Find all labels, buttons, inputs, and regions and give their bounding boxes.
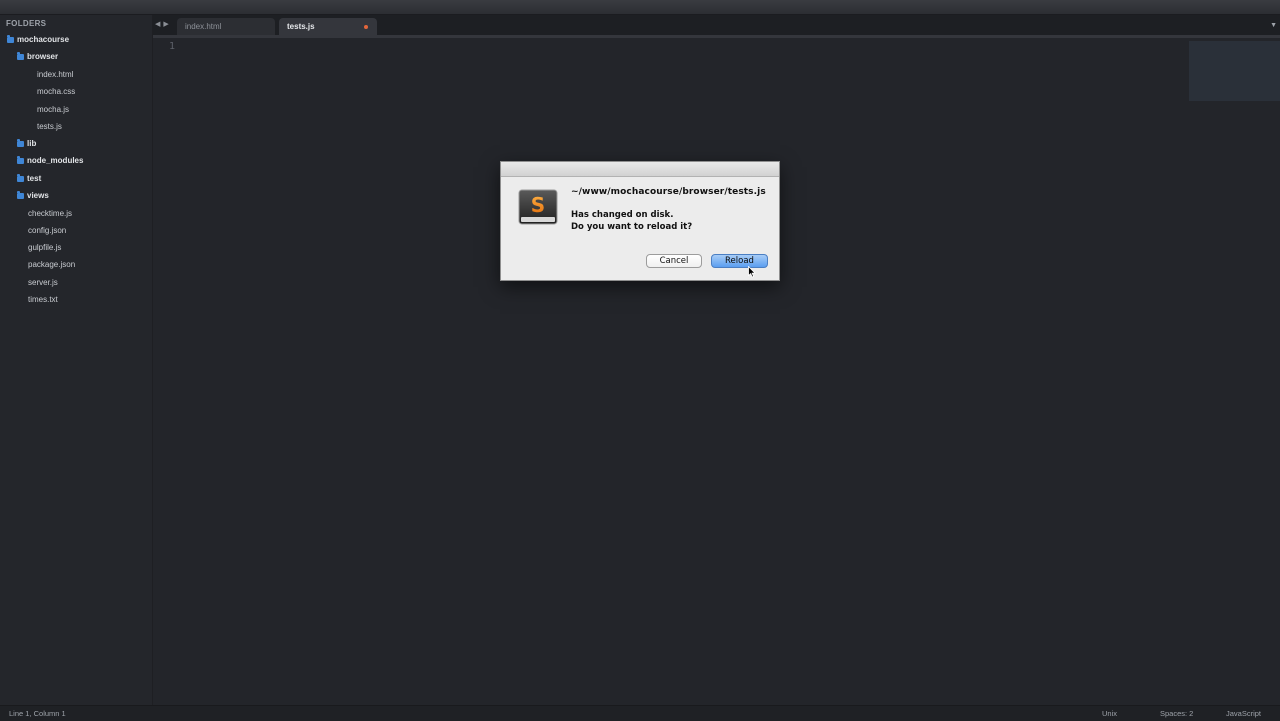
folder-node-modules[interactable]: node_modules (17, 154, 83, 168)
dialog-message-line1: Has changed on disk. (571, 210, 674, 220)
status-bar: Line 1, Column 1 Unix Spaces: 2 JavaScri… (0, 705, 1280, 721)
folder-icon (17, 139, 24, 147)
dialog-file-path: ~/www/mochacourse/browser/tests.js (571, 187, 766, 197)
sublime-text-icon: S (518, 189, 558, 225)
unsaved-dot-icon[interactable] (364, 25, 368, 29)
file-gulpfile-js[interactable]: gulpfile.js (28, 241, 61, 255)
tab-label: tests.js (287, 22, 315, 31)
folder-icon (7, 35, 14, 43)
chevron-down-icon[interactable]: ▼ (1270, 22, 1277, 29)
folder-label: test (27, 174, 42, 183)
folder-icon (17, 156, 24, 164)
file-mocha-js[interactable]: mocha.js (37, 103, 69, 117)
file-checktime-js[interactable]: checktime.js (28, 207, 72, 221)
file-server-js[interactable]: server.js (28, 276, 58, 290)
reload-button[interactable]: Reload (711, 254, 768, 268)
file-config-json[interactable]: config.json (28, 224, 66, 238)
folder-lib[interactable]: lib (17, 137, 36, 151)
syntax-selector[interactable]: JavaScript (1226, 706, 1261, 721)
folder-label: mochacourse (17, 35, 70, 44)
tab-index-html[interactable]: index.html (177, 18, 275, 35)
editor-area[interactable]: 1 (153, 38, 1280, 705)
file-times-txt[interactable]: times.txt (28, 293, 58, 307)
svg-text:S: S (531, 193, 545, 217)
tab-tests-js[interactable]: tests.js (279, 18, 377, 35)
folder-label: views (27, 191, 49, 200)
window-titlebar (0, 0, 1280, 15)
right-arrow-icon[interactable]: ▶ (163, 21, 171, 28)
line-number: 1 (169, 41, 176, 52)
folder-icon (17, 52, 24, 60)
minimap[interactable] (1189, 41, 1280, 101)
dialog-message-line2: Do you want to reload it? (571, 222, 693, 232)
folder-mochacourse[interactable]: mochacourse (7, 33, 69, 47)
cancel-button[interactable]: Cancel (646, 254, 702, 268)
sidebar: FOLDERS mochacourse browser index.html m… (0, 15, 153, 705)
reload-dialog: S ~/www/mochacourse/browser/tests.js Has… (500, 161, 780, 281)
folder-label: node_modules (27, 156, 84, 165)
folder-icon (17, 191, 24, 199)
folder-views[interactable]: views (17, 189, 49, 203)
tab-nav: ◀▶ (155, 20, 172, 28)
tab-label: index.html (185, 22, 222, 31)
dialog-titlebar (501, 162, 779, 177)
tab-bar: ◀▶ index.html tests.js ▼ (153, 15, 1280, 35)
indentation[interactable]: Spaces: 2 (1160, 706, 1193, 721)
folder-label: browser (27, 52, 59, 61)
mouse-pointer-icon (748, 266, 756, 278)
line-endings[interactable]: Unix (1102, 706, 1117, 721)
folder-browser[interactable]: browser (17, 50, 58, 64)
folder-test[interactable]: test (17, 172, 41, 186)
folder-icon (17, 174, 24, 182)
file-tests-js[interactable]: tests.js (37, 120, 62, 134)
file-package-json[interactable]: package.json (28, 258, 75, 272)
folder-label: lib (27, 139, 37, 148)
sidebar-header: FOLDERS (6, 19, 47, 28)
file-mocha-css[interactable]: mocha.css (37, 85, 75, 99)
cursor-position: Line 1, Column 1 (9, 709, 66, 718)
file-index-html[interactable]: index.html (37, 68, 73, 82)
